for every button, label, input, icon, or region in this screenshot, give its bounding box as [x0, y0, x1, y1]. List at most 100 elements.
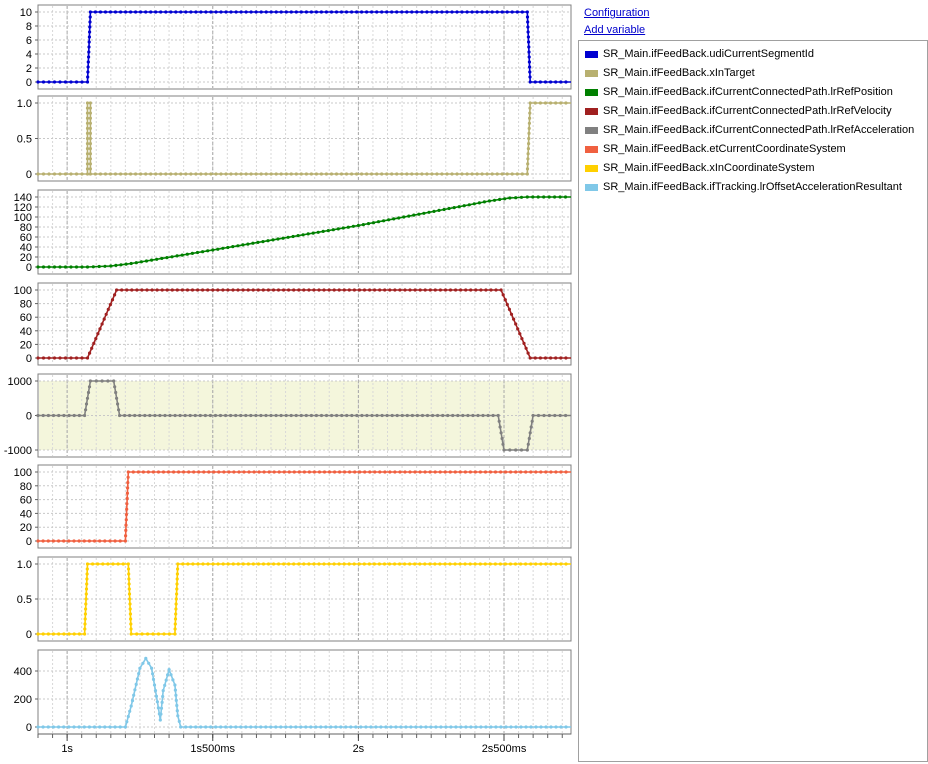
sample-marker — [191, 562, 195, 566]
sample-marker — [361, 223, 365, 227]
sample-marker — [204, 10, 208, 14]
sample-marker — [173, 632, 177, 636]
sample-marker — [388, 470, 392, 474]
legend-item[interactable]: SR_Main.ifFeedBack.ifCurrentConnectedPat… — [585, 121, 914, 139]
legend-item[interactable]: SR_Main.ifFeedBack.ifCurrentConnectedPat… — [585, 83, 893, 101]
y-tick-label: 60 — [20, 312, 32, 324]
sample-marker — [554, 470, 558, 474]
sample-marker — [306, 232, 310, 236]
legend-label: SR_Main.ifFeedBack.ifCurrentConnectedPat… — [603, 105, 892, 117]
sample-marker — [88, 152, 92, 156]
sample-marker — [533, 356, 537, 360]
sample-marker — [515, 172, 519, 176]
legend-item[interactable]: SR_Main.ifFeedBack.ifCurrentConnectedPat… — [585, 102, 892, 120]
sample-marker — [334, 725, 338, 729]
y-tick-label: 80 — [20, 481, 32, 493]
legend-item[interactable]: SR_Main.ifFeedBack.etCurrentCoordinateSy… — [585, 140, 846, 158]
sample-marker — [441, 413, 445, 418]
sample-marker — [264, 413, 268, 418]
sample-marker — [373, 470, 377, 474]
sample-marker — [169, 10, 173, 14]
sample-marker — [349, 725, 353, 729]
scope-chart[interactable]: 024681000.51.002040608010012014002040608… — [0, 0, 578, 761]
add-variable-link[interactable]: Add variable — [584, 24, 645, 36]
sample-marker — [478, 562, 482, 566]
sample-marker — [212, 470, 216, 474]
sample-marker — [113, 385, 117, 389]
legend-item[interactable]: SR_Main.ifFeedBack.xInTarget — [585, 64, 755, 82]
sample-marker — [36, 632, 40, 636]
sample-marker — [135, 632, 139, 636]
sample-marker — [433, 470, 437, 474]
sample-marker — [370, 10, 374, 14]
sample-marker — [254, 413, 258, 418]
sample-marker — [159, 10, 163, 14]
sample-marker — [363, 470, 367, 474]
sample-marker — [185, 252, 189, 256]
sample-marker — [435, 10, 439, 14]
sample-marker — [221, 246, 225, 250]
sample-marker — [324, 725, 328, 729]
sample-marker — [394, 725, 398, 729]
sample-marker — [525, 10, 529, 14]
sample-marker — [88, 121, 92, 125]
legend-label: SR_Main.ifFeedBack.udiCurrentSegmentId — [603, 48, 814, 60]
legend-item[interactable]: SR_Main.ifFeedBack.udiCurrentSegmentId — [585, 45, 814, 63]
sample-marker — [526, 30, 530, 34]
sample-marker — [390, 413, 394, 418]
sample-marker — [346, 225, 350, 229]
sample-marker — [500, 10, 504, 14]
sample-marker — [539, 470, 543, 474]
legend-item[interactable]: SR_Main.ifFeedBack.xInCoordinateSystem — [585, 159, 815, 177]
sample-marker — [188, 413, 192, 418]
sample-marker — [527, 50, 531, 54]
sample-marker — [94, 379, 98, 383]
sample-marker — [463, 562, 467, 566]
sample-marker — [440, 10, 444, 14]
sample-marker — [470, 10, 474, 14]
sample-marker — [115, 396, 119, 400]
sample-marker — [526, 147, 531, 151]
legend-item[interactable]: SR_Main.ifFeedBack.ifTracking.lrOffsetAc… — [585, 178, 902, 196]
y-tick-label: 140 — [14, 192, 32, 204]
sample-marker — [72, 725, 76, 729]
sample-marker — [307, 562, 311, 566]
sample-marker — [246, 242, 250, 246]
sample-marker — [234, 10, 238, 14]
sample-marker — [90, 346, 94, 350]
sample-marker — [239, 413, 243, 418]
sample-marker — [526, 442, 530, 446]
sample-marker — [133, 413, 137, 418]
sample-marker — [111, 562, 115, 566]
sample-marker — [527, 126, 531, 130]
sample-marker — [141, 661, 145, 665]
sample-marker — [355, 413, 359, 418]
sample-marker — [549, 356, 553, 360]
sample-marker — [473, 562, 477, 566]
sample-marker — [485, 10, 489, 14]
sample-marker — [98, 725, 102, 729]
configuration-link[interactable]: Configuration — [584, 7, 649, 19]
sample-marker — [85, 265, 90, 269]
sample-marker — [83, 413, 87, 418]
sample-marker — [181, 562, 185, 566]
sample-marker — [229, 413, 233, 418]
sample-marker — [150, 258, 154, 262]
sample-marker — [515, 10, 519, 14]
sample-marker — [439, 725, 443, 729]
sample-marker — [206, 562, 210, 566]
sample-marker — [130, 288, 134, 292]
sample-marker — [199, 725, 203, 729]
sample-marker — [88, 131, 92, 135]
sample-marker — [125, 288, 129, 292]
sample-marker — [62, 725, 66, 729]
sample-marker — [129, 10, 133, 14]
sample-marker — [375, 413, 379, 418]
sample-marker — [174, 612, 178, 616]
sample-marker — [84, 607, 88, 611]
sample-marker — [179, 725, 183, 729]
sample-marker — [277, 470, 281, 474]
sample-marker — [239, 725, 243, 729]
sample-marker — [172, 470, 176, 474]
sample-marker — [74, 172, 79, 176]
